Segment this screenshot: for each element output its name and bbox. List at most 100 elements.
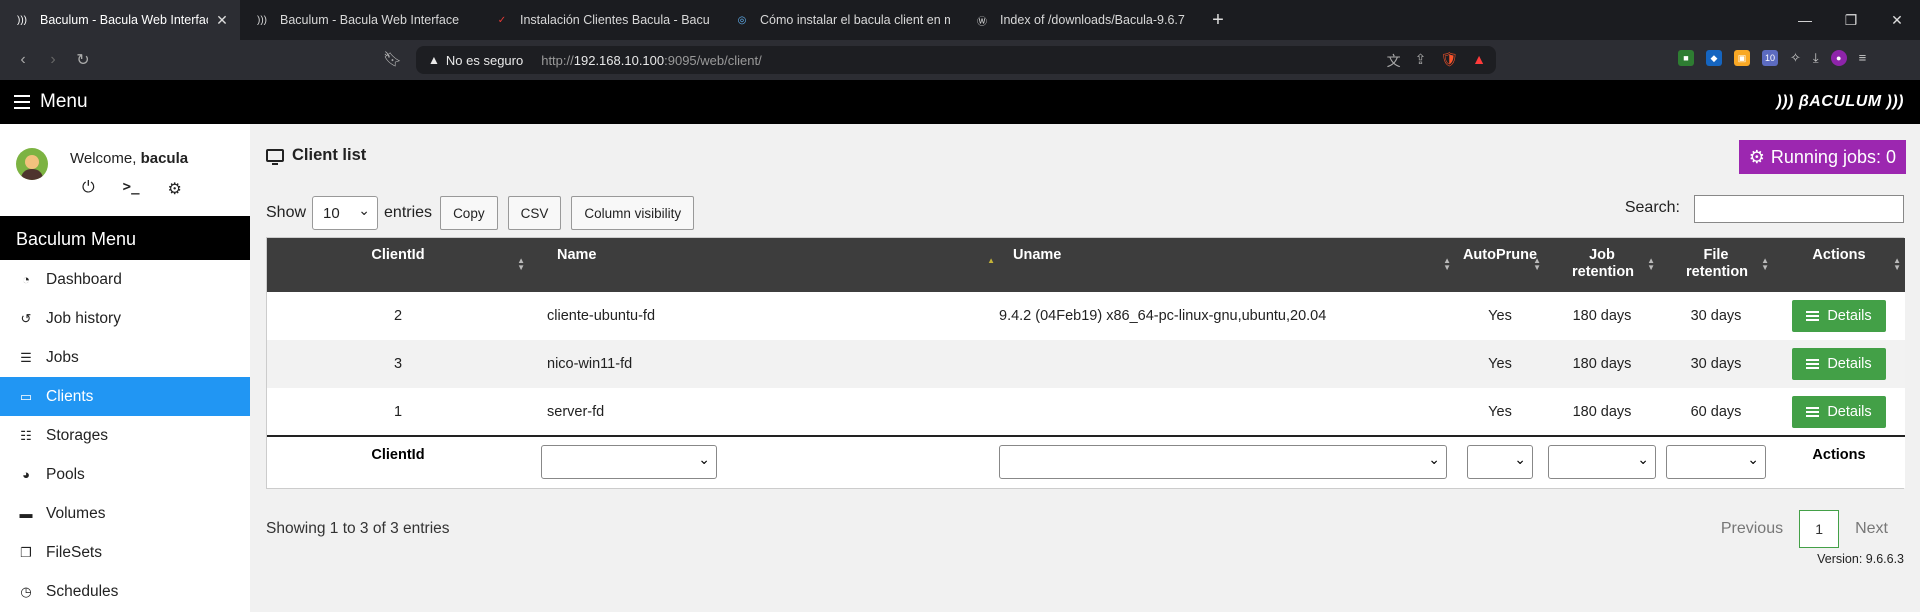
filter-cell-job-retention (1545, 435, 1659, 488)
uname-filter-select[interactable] (999, 445, 1447, 479)
page-1-button[interactable]: 1 (1799, 510, 1840, 548)
column-header-job-retention[interactable]: Job retention ▲ ▼ (1545, 238, 1659, 292)
column-header-label: File retention (1686, 247, 1749, 280)
copy-button[interactable]: Copy (440, 196, 498, 230)
column-header-uname[interactable]: Uname ▲ ▼ (999, 238, 1455, 292)
previous-button[interactable]: Previous (1705, 520, 1799, 538)
cell-file-retention: 30 days (1690, 308, 1742, 324)
translate-icon[interactable]: 文 (1387, 51, 1401, 71)
window-controls: — ❐ ✕ (1782, 0, 1920, 40)
cell-uname (999, 388, 1455, 436)
table-row[interactable]: 3 nico-win11-fd Yes 180 days 30 days Det… (267, 340, 1905, 388)
browser-tab-4[interactable]: ◎ Cómo instalar el bacula client en m (720, 0, 960, 40)
hdd-icon: ▬ (19, 506, 33, 521)
terminal-icon[interactable]: >_ (123, 179, 140, 199)
tab-close-icon[interactable]: ✕ (214, 12, 230, 29)
sidebar-item-jobs[interactable]: ☰ Jobs (0, 338, 250, 377)
minimize-icon[interactable]: — (1782, 0, 1828, 40)
sidebar-item-dashboard[interactable]: ◔ Dashboard (0, 260, 250, 299)
bookmark-icon[interactable]: 🔖︎ (383, 50, 402, 68)
profile-icon[interactable]: ● (1830, 50, 1847, 66)
sidebar-item-filesets[interactable]: ❐ FileSets (0, 533, 250, 572)
details-button[interactable]: Details (1792, 395, 1886, 428)
tab-title: Baculum - Bacula Web Interface (40, 13, 208, 27)
csv-button[interactable]: CSV (507, 196, 562, 230)
cell-file-retention: 60 days (1690, 403, 1742, 420)
extension-badge-icon[interactable]: 10 (1762, 50, 1778, 66)
search-input[interactable] (1694, 195, 1904, 223)
running-jobs-label: Running jobs: 0 (1770, 146, 1896, 167)
cell-autoprune: Yes (1488, 356, 1512, 372)
power-icon[interactable]: ⏻ (82, 179, 95, 199)
forward-icon[interactable]: › (38, 51, 68, 69)
url-text[interactable]: http://192.168.10.100:9095/web/client/ (541, 53, 761, 68)
browser-tab-5[interactable]: Ⓦ Index of /downloads/Bacula-9.6.7 (960, 0, 1200, 40)
file-retention-filter-select[interactable] (1666, 445, 1766, 479)
table-row[interactable]: 1 server-fd Yes 180 days 60 days Details (267, 388, 1905, 436)
restore-icon[interactable]: ❐ (1828, 0, 1874, 40)
bacula-favicon-icon: ✓ (497, 14, 507, 26)
url-scheme: http:// (541, 52, 574, 68)
extension-image-icon[interactable]: ▣ (1734, 50, 1750, 66)
name-filter-select[interactable] (541, 445, 717, 479)
cell-clientid: 2 (393, 308, 403, 324)
sidebar-item-label: Jobs (46, 348, 79, 366)
sidebar-item-job-history[interactable]: ↺ Job history (0, 299, 250, 338)
extension-shield-icon[interactable]: ◆ (1706, 50, 1722, 66)
table-row[interactable]: 2 cliente-ubuntu-fd 9.4.2 (04Feb19) x86_… (267, 292, 1905, 340)
column-header-label: ClientId (371, 247, 425, 263)
sort-icon: ▲ ▼ (1647, 256, 1655, 272)
sidebar-item-pools[interactable]: ◕ Pools (0, 455, 250, 494)
sidebar-item-schedules[interactable]: ◷ Schedules (0, 572, 250, 611)
sidebar-item-volumes[interactable]: ▬ Volumes (0, 494, 250, 533)
column-visibility-button[interactable]: Column visibility (571, 196, 695, 230)
job-retention-filter-select[interactable] (1548, 445, 1656, 479)
reload-icon[interactable]: ↻ (68, 50, 98, 70)
sort-icon: ▲ ▼ (517, 256, 525, 272)
sidebar-item-clients[interactable]: ▭ Clients (0, 377, 250, 416)
brave-rewards-icon[interactable]: ▲ (1472, 51, 1486, 71)
cell-job-retention: 180 days (1572, 356, 1632, 372)
extension-flag-icon[interactable]: ■ (1678, 50, 1694, 66)
address-bar[interactable]: ▲ No es seguro http://192.168.10.100:909… (416, 46, 1496, 74)
download-icon[interactable]: ⤓ (1813, 50, 1819, 66)
details-label: Details (1827, 356, 1872, 372)
gear-icon[interactable]: ⚙ (168, 179, 182, 199)
running-jobs-button[interactable]: ⚙ Running jobs: 0 (1738, 140, 1906, 174)
next-button[interactable]: Next (1839, 520, 1904, 538)
details-label: Details (1827, 403, 1872, 420)
column-header-label: Uname (1013, 247, 1062, 263)
browser-tab-2[interactable]: ))) Baculum - Bacula Web Interface (240, 0, 480, 40)
extensions-puzzle-icon[interactable]: ✧ (1790, 50, 1801, 66)
brave-shield-icon[interactable]: 🛡︎ (1440, 51, 1458, 71)
share-icon[interactable]: ⇪ (1415, 51, 1427, 71)
entries-select[interactable]: 10 (312, 196, 379, 230)
new-tab-button[interactable]: + (1200, 9, 1236, 32)
close-window-icon[interactable]: ✕ (1874, 0, 1920, 40)
browser-tab-1[interactable]: ))) Baculum - Bacula Web Interface ✕ (0, 0, 240, 40)
menu-toggle-button[interactable]: Menu (14, 91, 88, 113)
column-header-file-retention[interactable]: File retention ▲ ▼ (1659, 238, 1773, 292)
column-header-label: Actions (1812, 247, 1866, 263)
baculum-logo: ))) βACULUM ))) (1776, 93, 1904, 110)
table-controls: Show 10 entries Copy CSV Column visibili… (266, 196, 695, 230)
sidebar-item-storages[interactable]: ☷ Storages (0, 416, 250, 455)
details-button[interactable]: Details (1792, 300, 1886, 332)
column-header-label: Job retention (1572, 247, 1635, 280)
column-header-name[interactable]: Name ▲ (529, 238, 999, 292)
cell-name: cliente-ubuntu-fd (547, 308, 656, 324)
browser-tab-3[interactable]: ✓ Instalación Clientes Bacula - Bacula (480, 0, 720, 40)
autoprune-filter-select[interactable] (1467, 445, 1533, 479)
column-header-actions[interactable]: Actions ▲ ▼ (1773, 238, 1905, 292)
details-button[interactable]: Details (1792, 348, 1886, 380)
user-box: Welcome, bacula ⏻ >_ ⚙ (0, 124, 250, 216)
column-header-autoprune[interactable]: AutoPrune ▲ ▼ (1455, 238, 1545, 292)
browser-menu-icon[interactable]: ≡ (1859, 50, 1867, 66)
back-icon[interactable]: ‹ (8, 51, 38, 69)
column-header-clientid[interactable]: ClientId ▲ ▼ (267, 238, 529, 292)
column-header-label: AutoPrune (1462, 247, 1538, 263)
tab-title: Index of /downloads/Bacula-9.6.7 (1000, 13, 1185, 27)
cell-name: nico-win11-fd (547, 356, 633, 372)
tab-title: Instalación Clientes Bacula - Bacula (520, 13, 710, 27)
security-label[interactable]: No es seguro (446, 53, 523, 68)
